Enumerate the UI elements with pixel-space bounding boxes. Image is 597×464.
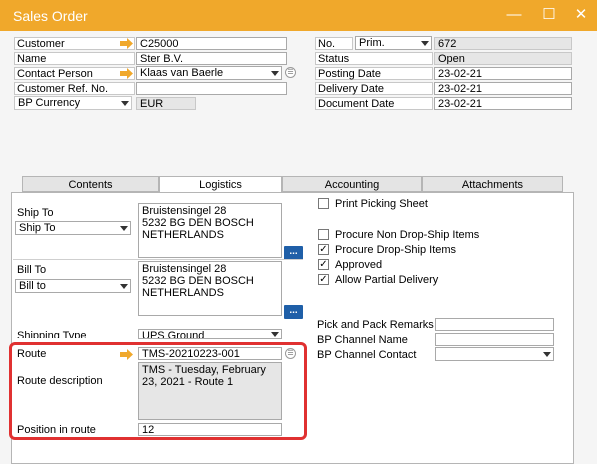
document-date-field[interactable]: 23-02-21 (434, 97, 572, 110)
tab-attachments[interactable]: Attachments (422, 176, 563, 192)
customer-link-arrow-icon[interactable] (120, 38, 134, 49)
posting-date-label: Posting Date (315, 67, 433, 80)
ship-to-select[interactable]: Ship To (15, 221, 131, 235)
window-title: Sales Order (13, 8, 88, 24)
chevron-down-icon (121, 101, 129, 106)
status-field: Open (434, 52, 572, 65)
channel-name-label: BP Channel Name (317, 334, 408, 346)
divider (13, 259, 303, 260)
print-picking-checkbox[interactable] (318, 198, 329, 209)
posting-date-field[interactable]: 23-02-21 (434, 67, 572, 80)
pick-remarks-label: Pick and Pack Remarks (317, 319, 434, 331)
procure-non-drop-label: Procure Non Drop-Ship Items (335, 229, 480, 241)
bp-currency-label: BP Currency (18, 97, 81, 109)
bill-to-select[interactable]: Bill to (15, 279, 131, 293)
contact-person-value: Klaas van Baerle (140, 67, 224, 79)
contact-details-icon[interactable]: ☰ (285, 67, 296, 78)
series-select[interactable]: Prim. (355, 36, 432, 50)
sales-order-window: Sales Order — ☐ ✕ Customer C25000 Name S… (0, 0, 597, 464)
pick-remarks-field[interactable] (435, 318, 554, 331)
tab-contents[interactable]: Contents (22, 176, 159, 192)
chevron-down-icon (421, 41, 429, 46)
status-label: Status (315, 52, 433, 65)
name-field[interactable]: Ster B.V. (136, 52, 287, 65)
maximize-button[interactable]: ☐ (538, 4, 560, 26)
form-content: Customer C25000 Name Ster B.V. Contact P… (0, 31, 597, 464)
chevron-down-icon (543, 352, 551, 357)
contact-link-arrow-icon[interactable] (120, 68, 134, 79)
customer-field[interactable]: C25000 (136, 37, 287, 50)
ship-to-address-field[interactable]: Bruistensingel 28 5232 BG DEN BOSCH NETH… (138, 203, 282, 258)
channel-name-field[interactable] (435, 333, 554, 346)
shipping-type-value: UPS Ground (142, 330, 205, 339)
bp-currency-select[interactable]: BP Currency (14, 96, 132, 110)
approved-checkbox[interactable]: ✓ (318, 259, 329, 270)
customer-label: Customer (14, 37, 135, 50)
no-label: No. (315, 37, 353, 50)
partial-delivery-checkbox[interactable]: ✓ (318, 274, 329, 285)
minimize-button[interactable]: — (503, 4, 525, 26)
delivery-date-field[interactable]: 23-02-21 (434, 82, 572, 95)
customer-ref-field[interactable] (136, 82, 287, 95)
document-number-field: 672 (434, 37, 572, 50)
document-date-label: Document Date (315, 97, 433, 110)
chevron-down-icon (271, 71, 279, 76)
shipping-type-label: Shipping Type (17, 330, 87, 338)
procure-non-drop-checkbox[interactable] (318, 229, 329, 240)
bill-to-address-field[interactable]: Bruistensingel 28 5232 BG DEN BOSCH NETH… (138, 261, 282, 316)
channel-contact-label: BP Channel Contact (317, 349, 417, 361)
contact-person-select[interactable]: Klaas van Baerle (136, 66, 282, 80)
chevron-down-icon (271, 332, 279, 337)
highlight-box (9, 342, 307, 440)
procure-drop-checkbox[interactable]: ✓ (318, 244, 329, 255)
contact-person-label: Contact Person (14, 67, 135, 80)
name-label: Name (14, 52, 135, 65)
tab-logistics[interactable]: Logistics (159, 176, 282, 193)
close-button[interactable]: ✕ (570, 4, 592, 26)
ship-to-details-button[interactable]: ... (284, 246, 303, 260)
bill-to-select-value: Bill to (19, 280, 46, 292)
chevron-down-icon (120, 226, 128, 231)
procure-drop-label: Procure Drop-Ship Items (335, 244, 457, 256)
tab-strip: Contents Logistics Accounting Attachment… (22, 176, 563, 193)
chevron-down-icon (120, 284, 128, 289)
bill-to-label: Bill To (17, 264, 47, 276)
ship-to-select-value: Ship To (19, 222, 56, 234)
approved-label: Approved (335, 259, 383, 271)
customer-ref-label: Customer Ref. No. (14, 82, 135, 95)
bill-to-details-button[interactable]: ... (284, 305, 303, 319)
partial-delivery-label: Allow Partial Delivery (335, 274, 439, 286)
shipping-type-select[interactable]: UPS Ground (138, 329, 282, 339)
currency-field: EUR (136, 97, 196, 110)
channel-contact-select[interactable] (435, 347, 554, 361)
tab-accounting[interactable]: Accounting (282, 176, 422, 192)
ship-to-label: Ship To (17, 207, 54, 219)
print-picking-label: Print Picking Sheet (335, 198, 428, 210)
title-bar: Sales Order — ☐ ✕ (0, 0, 597, 31)
delivery-date-label: Delivery Date (315, 82, 433, 95)
series-value: Prim. (359, 37, 385, 49)
